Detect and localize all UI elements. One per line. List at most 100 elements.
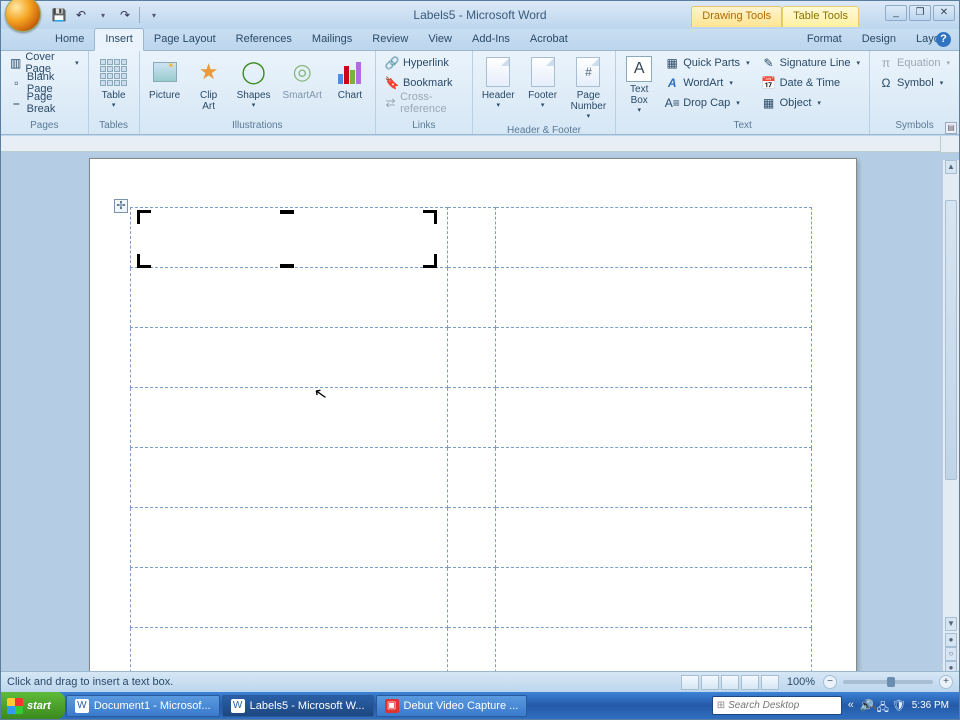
qat-customize[interactable]: ▾ (146, 7, 162, 23)
undo-dropdown[interactable]: ▾ (95, 7, 111, 23)
signature-line-button[interactable]: ✎Signature Line▾ (757, 53, 865, 73)
object-button[interactable]: ▦Object▾ (757, 93, 865, 113)
office-button[interactable] (5, 0, 41, 32)
table-row[interactable] (131, 448, 812, 508)
zoom-out-button[interactable]: − (823, 675, 837, 689)
clip-art-button[interactable]: ★Clip Art (188, 53, 230, 115)
context-tab-drawing[interactable]: Drawing Tools (691, 6, 782, 27)
symbol-button[interactable]: ΩSymbol▾ (874, 73, 948, 93)
chart-button[interactable]: Chart (329, 53, 371, 104)
wordart-button[interactable]: AWordArt▾ (660, 73, 754, 93)
table-row[interactable] (131, 328, 812, 388)
search-input[interactable] (728, 700, 862, 711)
picture-icon (149, 56, 181, 88)
object-icon: ▦ (762, 96, 776, 110)
taskbar-item[interactable]: WLabels5 - Microsoft W... (222, 695, 374, 717)
context-tab-table[interactable]: Table Tools (782, 6, 859, 27)
document-area[interactable]: ▤ ▲ ▼ ● ○ ● ✢ (1, 136, 959, 691)
cover-page-button[interactable]: ▥Cover Page▾ (5, 53, 84, 73)
tab-design[interactable]: Design (852, 29, 906, 50)
tab-acrobat[interactable]: Acrobat (520, 29, 578, 50)
table-row[interactable] (131, 208, 812, 268)
tray-expand-icon[interactable]: « (844, 699, 858, 713)
tab-review[interactable]: Review (362, 29, 418, 50)
tab-layout[interactable]: Layout (906, 29, 959, 50)
prev-page-button[interactable]: ● (945, 633, 957, 647)
scroll-down-button[interactable]: ▼ (945, 617, 957, 631)
smartart-button[interactable]: ◎SmartArt (278, 53, 327, 104)
web-layout-view[interactable] (721, 675, 739, 690)
page-number-button[interactable]: #Page Number▾ (566, 53, 612, 123)
tray-network-icon[interactable]: 🖧 (876, 699, 890, 713)
help-button[interactable]: ? (936, 32, 951, 47)
header-button[interactable]: Header▾ (477, 53, 520, 112)
tray-shield-icon[interactable]: 🛡 (892, 699, 906, 713)
footer-button[interactable]: Footer▾ (522, 53, 564, 112)
draft-view[interactable] (761, 675, 779, 690)
taskbar-item[interactable]: ▣Debut Video Capture ... (376, 695, 528, 717)
word-icon: W (231, 699, 245, 713)
drop-cap-button[interactable]: A≡Drop Cap▾ (660, 93, 754, 113)
taskbar-item[interactable]: WDocument1 - Microsof... (66, 695, 220, 717)
ruler-toggle[interactable]: ▤ (945, 122, 957, 134)
tab-view[interactable]: View (418, 29, 462, 50)
tab-mailings[interactable]: Mailings (302, 29, 362, 50)
bookmark-button[interactable]: 🔖Bookmark (380, 73, 458, 93)
signature-icon: ✎ (762, 56, 776, 70)
cross-reference-button: ⇄Cross-reference (380, 93, 468, 113)
page-number-icon: # (572, 56, 604, 88)
browse-object-button[interactable]: ○ (945, 647, 957, 661)
group-label-pages: Pages (5, 118, 84, 134)
text-box-button[interactable]: AText Box▾ (620, 53, 658, 117)
taskbar-clock[interactable]: 5:36 PM (908, 700, 953, 711)
zoom-level[interactable]: 100% (787, 676, 815, 688)
table-move-handle[interactable]: ✢ (114, 199, 128, 213)
outline-view[interactable] (741, 675, 759, 690)
tray-volume-icon[interactable]: 🔊 (860, 699, 874, 713)
undo-button[interactable]: ↶ (73, 7, 89, 23)
save-button[interactable]: 💾 (51, 7, 67, 23)
tab-references[interactable]: References (226, 29, 302, 50)
print-layout-view[interactable] (681, 675, 699, 690)
table-row[interactable] (131, 568, 812, 628)
document-page[interactable]: ✢ (89, 158, 857, 698)
tab-insert[interactable]: Insert (94, 28, 144, 51)
picture-button[interactable]: Picture (144, 53, 186, 104)
group-label-text: Text (620, 118, 865, 134)
table-row[interactable] (131, 388, 812, 448)
shapes-button[interactable]: ◯Shapes▾ (232, 53, 276, 112)
tab-page-layout[interactable]: Page Layout (144, 29, 226, 50)
text-box-icon: A (626, 56, 652, 82)
hyperlink-button[interactable]: 🔗Hyperlink (380, 53, 454, 73)
start-button[interactable]: start (1, 692, 65, 719)
chart-icon (334, 56, 366, 88)
quick-access-toolbar: 💾 ↶ ▾ ↷ ▾ (51, 7, 162, 23)
label-table[interactable] (130, 207, 812, 697)
redo-button[interactable]: ↷ (117, 7, 133, 23)
zoom-in-button[interactable]: + (939, 675, 953, 689)
desktop-search[interactable]: ⊞ 🔍 (712, 696, 842, 715)
table-button[interactable]: Table▾ (93, 53, 135, 112)
quick-parts-button[interactable]: ▦Quick Parts▾ (660, 53, 754, 73)
minimize-button[interactable]: _ (885, 5, 907, 21)
scroll-thumb[interactable] (945, 200, 957, 480)
equation-icon: π (879, 56, 893, 70)
zoom-slider[interactable] (843, 680, 933, 684)
maximize-button[interactable]: ❐ (909, 5, 931, 21)
zoom-knob[interactable] (887, 677, 895, 687)
vertical-scrollbar[interactable]: ▲ ▼ ● ○ ● (942, 160, 959, 675)
scroll-up-button[interactable]: ▲ (945, 160, 957, 174)
table-row[interactable] (131, 268, 812, 328)
blank-page-button[interactable]: ▫Blank Page (5, 73, 84, 93)
tab-add-ins[interactable]: Add-Ins (462, 29, 520, 50)
tab-home[interactable]: Home (45, 29, 94, 50)
bookmark-icon: 🔖 (385, 76, 399, 90)
shapes-icon: ◯ (238, 56, 270, 88)
page-break-button[interactable]: ⎯Page Break (5, 93, 84, 113)
horizontal-ruler[interactable] (1, 136, 941, 152)
table-row[interactable] (131, 508, 812, 568)
date-time-button[interactable]: 📅Date & Time (757, 73, 865, 93)
full-screen-view[interactable] (701, 675, 719, 690)
close-button[interactable]: ✕ (933, 5, 955, 21)
tab-format[interactable]: Format (797, 29, 852, 50)
